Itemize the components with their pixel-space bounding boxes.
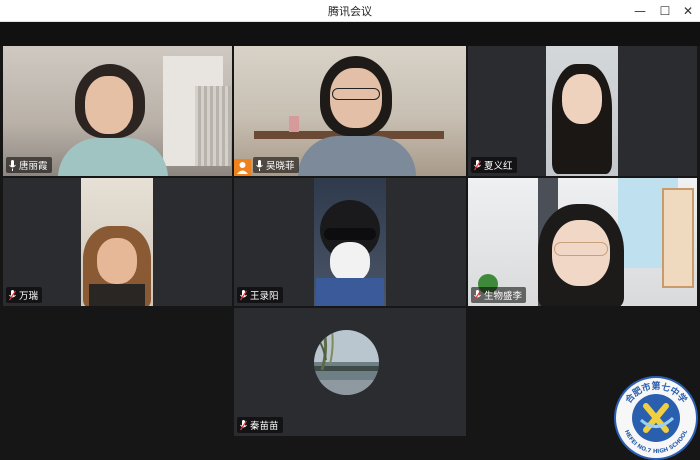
participant-label: 吴晓菲 xyxy=(253,157,299,173)
participant-name: 万瑞 xyxy=(19,291,39,302)
video-tile[interactable]: 王录阳 xyxy=(234,178,466,306)
microphone-muted-icon xyxy=(474,289,481,300)
minimize-button[interactable]: — xyxy=(628,0,652,22)
participant-name: 唐丽霞 xyxy=(19,161,48,172)
video-tile[interactable]: 万瑞 xyxy=(3,178,232,306)
top-band xyxy=(0,22,700,46)
participant-label: 万瑞 xyxy=(6,287,43,303)
participant-name: 王录阳 xyxy=(250,291,279,302)
video-tile[interactable]: 夏义红 xyxy=(468,46,697,176)
avatar xyxy=(314,330,379,395)
window-title: 腾讯会议 xyxy=(328,5,372,18)
microphone-muted-icon xyxy=(240,289,247,300)
maximize-button[interactable]: ☐ xyxy=(653,0,677,22)
microphone-muted-icon xyxy=(474,159,481,170)
microphone-icon xyxy=(9,159,16,171)
close-button[interactable]: ✕ xyxy=(676,0,700,22)
participant-label: 唐丽霞 xyxy=(6,157,52,173)
video-tile[interactable]: 秦苗苗 xyxy=(234,308,466,436)
microphone-muted-icon xyxy=(240,419,247,430)
video-grid: 唐丽霞 吴晓菲 夏义红 万瑞 王录阳 生物盛李 秦苗苗 xyxy=(0,22,700,460)
video-feed xyxy=(314,178,386,306)
participant-name: 吴晓菲 xyxy=(266,161,295,172)
title-bar: 腾讯会议 — ☐ ✕ xyxy=(0,0,700,22)
video-tile[interactable]: 生物盛李 xyxy=(468,178,697,306)
participant-name: 夏义红 xyxy=(484,161,513,172)
participant-label: 王录阳 xyxy=(237,287,283,303)
participant-name: 生物盛李 xyxy=(484,291,523,302)
participant-label: 秦苗苗 xyxy=(237,417,283,433)
video-tile[interactable]: 吴晓菲 xyxy=(234,46,466,176)
microphone-muted-icon xyxy=(9,289,16,300)
video-feed xyxy=(81,178,153,306)
participant-label: 夏义红 xyxy=(471,157,517,173)
participant-name: 秦苗苗 xyxy=(250,421,279,432)
school-logo: 合肥市第七中学 HEFEI NO.7 HIGH SCHOOL xyxy=(614,376,698,460)
host-icon xyxy=(234,159,251,176)
video-feed xyxy=(546,46,618,176)
microphone-icon xyxy=(256,159,263,171)
video-tile[interactable]: 唐丽霞 xyxy=(3,46,232,176)
participant-label: 生物盛李 xyxy=(471,287,527,303)
